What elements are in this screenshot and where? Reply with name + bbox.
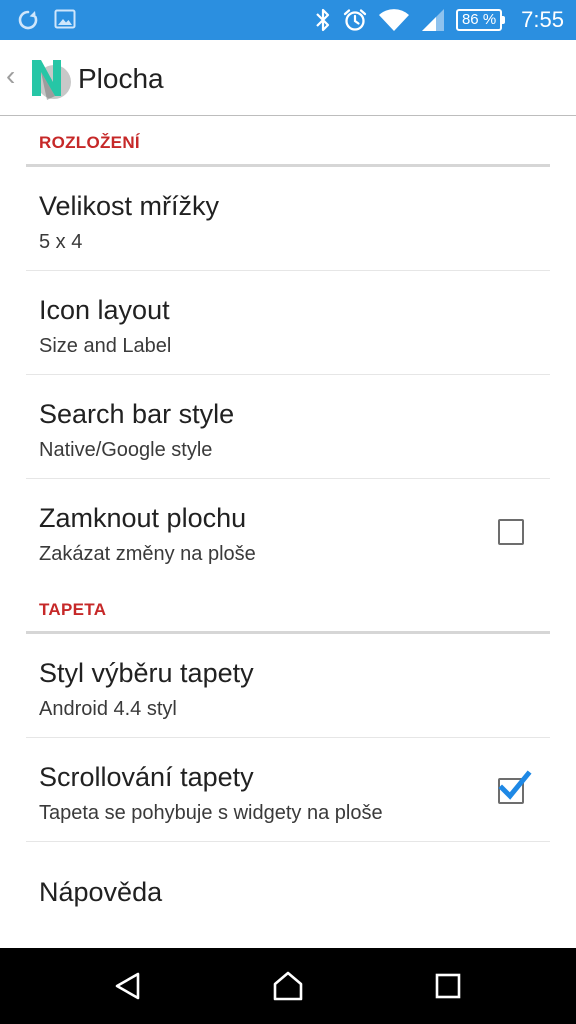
section-header-layout: ROZLOŽENÍ bbox=[26, 116, 550, 167]
pref-grid-size[interactable]: Velikost mřížky 5 x 4 bbox=[26, 167, 550, 271]
pref-title: Velikost mřížky bbox=[39, 191, 220, 221]
status-bar-left bbox=[16, 8, 76, 32]
battery-percent: 86 % bbox=[461, 11, 497, 28]
sync-icon bbox=[18, 10, 38, 30]
battery-indicator: 86 % bbox=[455, 9, 506, 31]
status-bar: 86 % 7:55 bbox=[0, 0, 576, 40]
pref-wallpaper-scrolling[interactable]: Scrollování tapety Tapeta se pohybuje s … bbox=[26, 738, 550, 842]
recents-icon[interactable] bbox=[432, 970, 464, 1002]
settings-list: ROZLOŽENÍ Velikost mřížky 5 x 4 Icon lay… bbox=[0, 116, 576, 948]
pref-wallpaper-picker-style[interactable]: Styl výběru tapety Android 4.4 styl bbox=[26, 634, 550, 738]
pref-help[interactable]: Nápověda bbox=[26, 842, 550, 946]
image-icon bbox=[54, 9, 76, 29]
pref-summary: Android 4.4 styl bbox=[39, 698, 177, 720]
pref-title: Nápověda bbox=[39, 877, 163, 907]
alarm-icon bbox=[343, 9, 367, 31]
pref-summary: Zakázat změny na ploše bbox=[39, 543, 256, 565]
pref-icon-layout[interactable]: Icon layout Size and Label bbox=[26, 271, 550, 375]
pref-title: Zamknout plochu bbox=[39, 503, 247, 533]
pref-title: Styl výběru tapety bbox=[39, 658, 254, 688]
checkmark-icon bbox=[498, 770, 532, 800]
section-header-wallpaper: TAPETA bbox=[26, 583, 550, 634]
pref-search-bar-style[interactable]: Search bar style Native/Google style bbox=[26, 375, 550, 479]
pref-summary: Native/Google style bbox=[39, 439, 213, 461]
wifi-icon bbox=[378, 9, 409, 32]
chevron-left-icon[interactable]: ‹ bbox=[6, 62, 15, 90]
section-header-label: ROZLOŽENÍ bbox=[39, 133, 140, 152]
status-bar-right: 86 % 7:55 bbox=[314, 4, 564, 36]
section-header-label: TAPETA bbox=[39, 600, 107, 619]
pref-summary: Tapeta se pohybuje s widgety na ploše bbox=[39, 802, 383, 824]
pref-title: Scrollování tapety bbox=[39, 762, 254, 792]
battery-tip bbox=[502, 16, 506, 24]
nova-launcher-logo-icon[interactable] bbox=[28, 56, 72, 104]
status-clock: 7:55 bbox=[521, 7, 564, 32]
pref-summary: 5 x 4 bbox=[39, 231, 83, 253]
wallpaper-scrolling-checkbox[interactable] bbox=[498, 770, 532, 804]
lock-desktop-checkbox[interactable] bbox=[498, 519, 524, 545]
pref-title: Icon layout bbox=[39, 295, 170, 325]
signal-icon bbox=[421, 9, 444, 31]
bluetooth-icon bbox=[316, 8, 330, 32]
page-title: Plocha bbox=[78, 63, 164, 94]
battery-icon: 86 % bbox=[455, 9, 503, 31]
pref-summary: Size and Label bbox=[39, 335, 172, 357]
back-icon[interactable] bbox=[112, 970, 144, 1002]
navigation-bar bbox=[0, 948, 576, 1024]
pref-title: Search bar style bbox=[39, 399, 235, 429]
home-icon[interactable] bbox=[272, 970, 304, 1002]
pref-lock-desktop[interactable]: Zamknout plochu Zakázat změny na ploše bbox=[26, 479, 550, 583]
app-bar: ‹ Plocha bbox=[0, 40, 576, 116]
